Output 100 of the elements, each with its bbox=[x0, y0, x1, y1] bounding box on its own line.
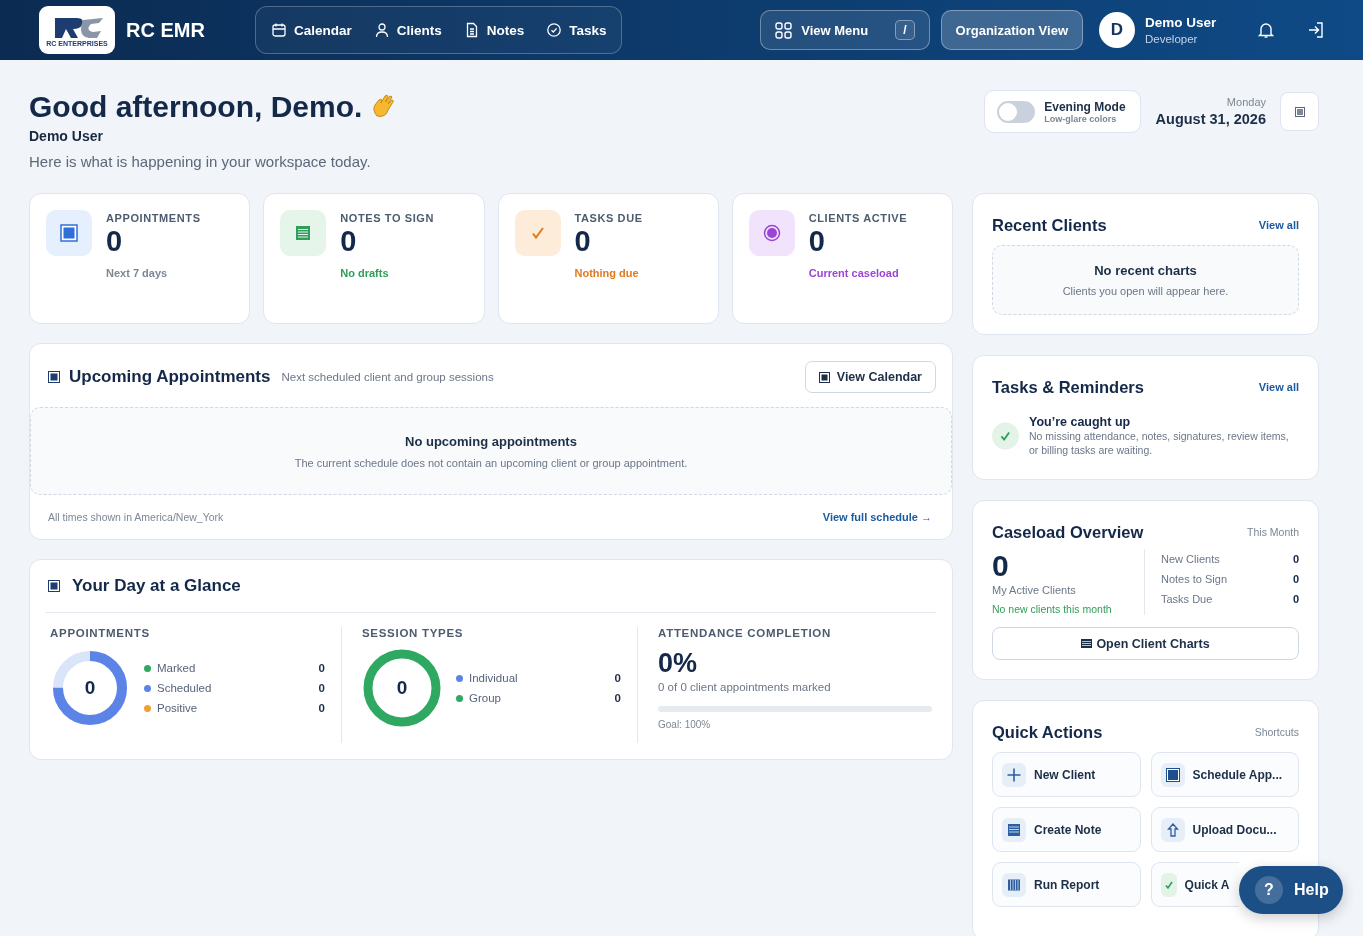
legend-label: Group bbox=[469, 692, 502, 704]
card-title: Quick Actions bbox=[992, 722, 1103, 742]
stat-label: APPOINTMENTS bbox=[106, 212, 201, 224]
evening-mode-label: Evening Mode bbox=[1044, 99, 1126, 114]
metric-label: Tasks Due bbox=[1161, 593, 1213, 606]
stat-value: 0 bbox=[808, 225, 826, 258]
help-button[interactable]: ? Help bbox=[1239, 866, 1343, 914]
note-lines-icon bbox=[295, 225, 312, 241]
donut-total: 0 bbox=[84, 677, 96, 699]
section-title: Upcoming Appointments bbox=[69, 367, 271, 387]
card-hint: Shortcuts bbox=[1254, 726, 1299, 739]
note-lines-icon bbox=[1002, 817, 1026, 842]
quick-action-button[interactable]: Upload Docu... bbox=[1150, 807, 1299, 853]
quick-action-button[interactable]: Run Report bbox=[992, 862, 1141, 908]
status-text: No missing attendance, notes, signatures, review items, or billing tasks are waiting. bbox=[1029, 430, 1290, 458]
donut-total: 0 bbox=[396, 677, 408, 699]
empty-state-title: No upcoming appointments bbox=[405, 433, 577, 449]
quick-action-button[interactable]: Schedule App... bbox=[1150, 752, 1299, 798]
user-name: Demo User bbox=[29, 128, 104, 144]
legend-label: Scheduled bbox=[157, 682, 213, 694]
stat-value: 0 bbox=[106, 225, 124, 258]
nav-link[interactable]: Notes bbox=[463, 22, 525, 38]
status-title: You’re caught up bbox=[1029, 415, 1132, 429]
metric-value: 0 bbox=[1292, 573, 1299, 586]
person-icon bbox=[373, 22, 390, 38]
section-icon bbox=[48, 371, 60, 383]
view-all-link[interactable]: View all bbox=[1258, 219, 1299, 231]
empty-state-text: The current schedule does not contain an upcoming client or group appointment. bbox=[294, 456, 688, 469]
greeting-subtitle: Here is what is happening in your workspace today. bbox=[29, 153, 372, 170]
legend-label: Individual bbox=[469, 672, 519, 684]
view-calendar-button[interactable]: View Calendar bbox=[804, 361, 936, 393]
card-title: Caseload Overview bbox=[992, 522, 1144, 542]
legend-label: Positive bbox=[157, 702, 199, 714]
view-menu-button[interactable]: View Menu / bbox=[760, 10, 930, 50]
checkmark-icon bbox=[1160, 872, 1177, 897]
legend-value: 0 bbox=[614, 672, 621, 684]
greeting-title: Good afternoon, Demo. bbox=[29, 90, 363, 124]
check-badge-icon bbox=[992, 421, 1019, 452]
legend-value: 0 bbox=[318, 682, 325, 694]
report-bars-icon bbox=[1002, 872, 1026, 897]
open-client-charts-button[interactable]: Open Client Charts bbox=[992, 627, 1299, 661]
stat-value: 0 bbox=[574, 225, 592, 258]
stat-label: CLIENTS ACTIVE bbox=[808, 212, 908, 224]
column-heading: APPOINTMENTS bbox=[50, 627, 151, 639]
stat-note: Next 7 days bbox=[106, 267, 169, 279]
nav-link[interactable]: Tasks bbox=[546, 22, 607, 38]
evening-mode-hint: Low-glare colors bbox=[1044, 113, 1118, 124]
view-all-link[interactable]: View all bbox=[1258, 381, 1299, 393]
column-heading: SESSION TYPES bbox=[362, 627, 465, 639]
quick-action-button[interactable]: New Client bbox=[992, 752, 1141, 798]
quick-action-button[interactable]: Quick A bbox=[1150, 862, 1239, 908]
metric-value: 0 bbox=[1292, 553, 1299, 566]
stat-label: TASKS DUE bbox=[574, 212, 643, 224]
stat-label: NOTES TO SIGN bbox=[340, 212, 435, 224]
metric-value: 0 bbox=[1292, 593, 1299, 606]
metric-label: New Clients bbox=[1161, 553, 1220, 566]
metric-label: Notes to Sign bbox=[1161, 573, 1228, 586]
evening-mode-toggle[interactable] bbox=[997, 100, 1036, 123]
view-full-schedule-link[interactable]: View full schedule → bbox=[822, 511, 932, 523]
column-heading: ATTENDANCE COMPLETION bbox=[658, 627, 832, 639]
checkmark-icon bbox=[529, 225, 546, 241]
stat-note: Nothing due bbox=[574, 267, 640, 279]
user-avatar[interactable]: D bbox=[1099, 12, 1135, 48]
stat-value: 0 bbox=[340, 225, 358, 258]
sign-out-icon[interactable] bbox=[1307, 21, 1325, 39]
weekday: Monday bbox=[1226, 96, 1266, 108]
timezone-note: All times shown in America/New_York bbox=[48, 511, 224, 523]
nav-link[interactable]: Calendar bbox=[270, 22, 352, 38]
legend-value: 0 bbox=[614, 692, 621, 704]
quick-action-button[interactable]: Create Note bbox=[992, 807, 1141, 853]
section-icon bbox=[48, 580, 60, 592]
card-title: Tasks & Reminders bbox=[992, 377, 1144, 397]
attendance-caption: 0 of 0 client appointments marked bbox=[658, 681, 832, 693]
chart-list-icon bbox=[1081, 638, 1093, 650]
target-circle-icon bbox=[762, 224, 781, 242]
user-role: Developer bbox=[1145, 33, 1199, 45]
attendance-percent: 0% bbox=[658, 648, 699, 679]
plus-icon bbox=[1002, 762, 1026, 787]
trend-note: No new clients this month bbox=[992, 603, 1113, 616]
active-clients-count: 0 bbox=[992, 549, 1010, 584]
section-title: Your Day at a Glance bbox=[72, 576, 241, 596]
calendar-icon bbox=[270, 22, 287, 38]
section-subtitle: Next scheduled client and group sessions bbox=[281, 371, 494, 383]
goal-label: Goal: 100% bbox=[658, 719, 712, 730]
empty-state-text: Clients you open will appear here. bbox=[1062, 285, 1229, 297]
user-name: Demo User bbox=[1145, 15, 1218, 30]
current-date: August 31, 2026 bbox=[1155, 111, 1266, 127]
calendar-button[interactable] bbox=[1280, 92, 1319, 131]
stat-note: No drafts bbox=[340, 267, 390, 279]
app-name: RC EMR bbox=[126, 18, 205, 42]
legend-label: Marked bbox=[157, 662, 197, 674]
empty-state-title: No recent charts bbox=[1094, 263, 1197, 278]
legend-value: 0 bbox=[318, 702, 325, 714]
organization-view-button[interactable]: Organization View bbox=[940, 10, 1083, 50]
card-title: Recent Clients bbox=[992, 215, 1107, 235]
nav-link[interactable]: Clients bbox=[373, 22, 442, 38]
notifications-icon[interactable] bbox=[1257, 21, 1275, 39]
stat-note: Current caseload bbox=[808, 267, 900, 279]
period-label: This Month bbox=[1247, 526, 1299, 539]
legend-value: 0 bbox=[318, 662, 325, 674]
